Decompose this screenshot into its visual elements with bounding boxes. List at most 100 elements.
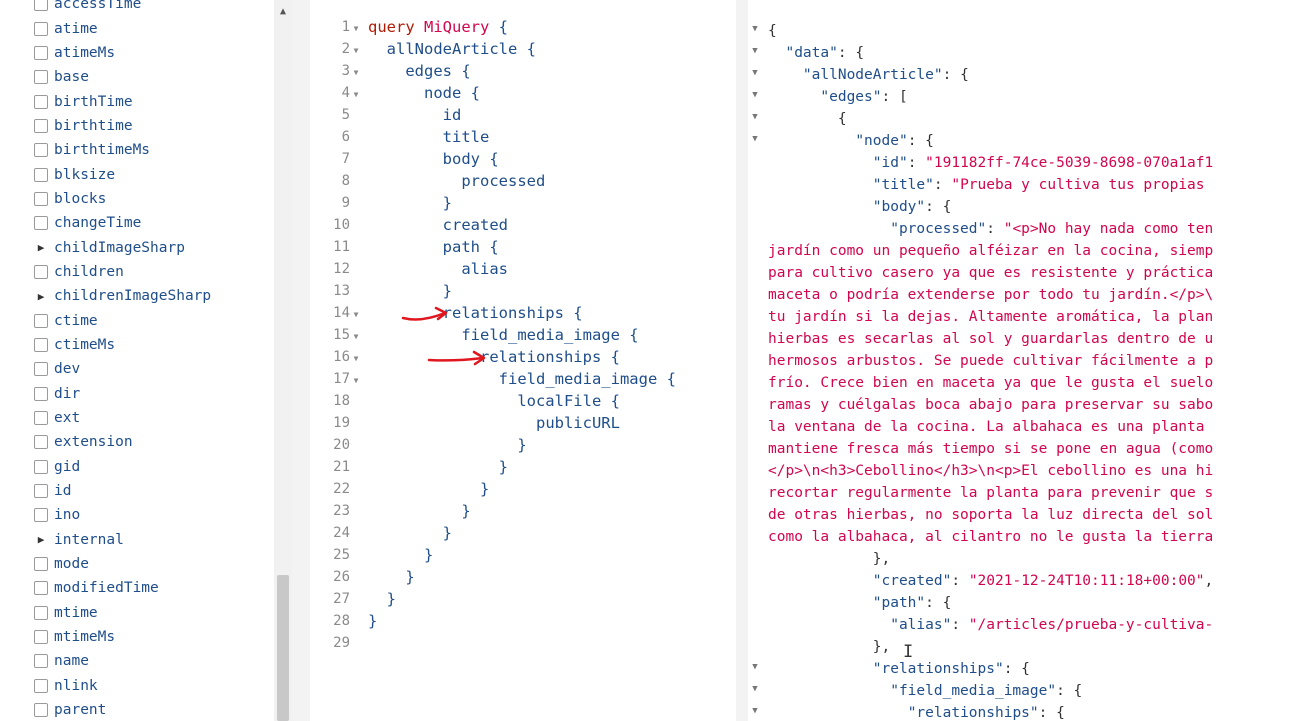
fold-caret-icon[interactable]: ▼ <box>748 112 762 122</box>
checkbox-icon[interactable] <box>34 21 48 36</box>
explorer-field[interactable]: dir <box>34 382 274 406</box>
triangle-right-icon[interactable]: ▶ <box>34 241 48 254</box>
explorer-field[interactable]: name <box>34 649 274 673</box>
explorer-field[interactable]: ino <box>34 503 274 527</box>
fold-caret-icon[interactable]: ▼ <box>748 24 762 34</box>
code-line[interactable]: } <box>368 544 676 566</box>
explorer-field[interactable]: gid <box>34 455 274 479</box>
fold-caret-icon[interactable]: ▼ <box>748 706 762 716</box>
fold-caret-icon[interactable]: ▼ <box>350 84 362 106</box>
explorer-field[interactable]: mode <box>34 552 274 576</box>
code-line[interactable]: edges { <box>368 60 676 82</box>
fold-caret-icon[interactable]: ▼ <box>350 370 362 392</box>
explorer-field[interactable]: base <box>34 65 274 89</box>
checkbox-icon[interactable] <box>34 435 48 450</box>
checkbox-icon[interactable] <box>34 459 48 474</box>
explorer-field[interactable]: birthtime <box>34 114 274 138</box>
checkbox-icon[interactable] <box>34 337 48 352</box>
triangle-right-icon[interactable]: ▶ <box>34 533 48 546</box>
checkbox-icon[interactable] <box>34 94 48 109</box>
code-line[interactable]: title <box>368 126 676 148</box>
code-line[interactable]: } <box>368 588 676 610</box>
checkbox-icon[interactable] <box>34 557 48 572</box>
checkbox-icon[interactable] <box>34 167 48 182</box>
code-line[interactable]: body { <box>368 148 676 170</box>
explorer-field[interactable]: children <box>34 260 274 284</box>
checkbox-icon[interactable] <box>34 0 48 12</box>
explorer-field[interactable]: dev <box>34 357 274 381</box>
explorer-field[interactable]: changeTime <box>34 211 274 235</box>
fold-caret-icon[interactable]: ▼ <box>748 684 762 694</box>
code-line[interactable]: created <box>368 214 676 236</box>
code-line[interactable] <box>368 632 676 654</box>
explorer-field[interactable]: ▶ internal <box>34 528 274 552</box>
explorer-field[interactable]: ▶ childrenImageSharp <box>34 284 274 308</box>
checkbox-icon[interactable] <box>34 654 48 669</box>
checkbox-icon[interactable] <box>34 605 48 620</box>
code-line[interactable]: processed <box>368 170 676 192</box>
checkbox-icon[interactable] <box>34 191 48 206</box>
code-line[interactable]: publicURL <box>368 412 676 434</box>
checkbox-icon[interactable] <box>34 703 48 718</box>
fold-caret-icon[interactable]: ▼ <box>748 68 762 78</box>
checkbox-icon[interactable] <box>34 264 48 279</box>
code-line[interactable]: } <box>368 478 676 500</box>
explorer-field[interactable]: mtime <box>34 601 274 625</box>
explorer-field[interactable]: blksize <box>34 162 274 186</box>
code-line[interactable]: } <box>368 456 676 478</box>
checkbox-icon[interactable] <box>34 70 48 85</box>
checkbox-icon[interactable] <box>34 143 48 158</box>
code-line[interactable]: node { <box>368 82 676 104</box>
explorer-field[interactable]: atime <box>34 16 274 40</box>
explorer-field[interactable]: modifiedTime <box>34 576 274 600</box>
code-line[interactable]: relationships { <box>368 346 676 368</box>
explorer-field[interactable]: ▶ childImageSharp <box>34 235 274 259</box>
explorer-field[interactable]: birthtimeMs <box>34 138 274 162</box>
code-line[interactable]: } <box>368 500 676 522</box>
explorer-scrollbar[interactable]: ▲ <box>274 0 292 721</box>
checkbox-icon[interactable] <box>34 45 48 60</box>
scroll-thumb[interactable] <box>277 575 289 721</box>
code-line[interactable]: } <box>368 610 676 632</box>
code-line[interactable]: allNodeArticle { <box>368 38 676 60</box>
explorer-field[interactable]: nlink <box>34 674 274 698</box>
query-editor[interactable]: 1 ▼ 2 ▼ 3 ▼ 4 ▼ 5 6 7 8 9 10 11 12 13 14 ▼ 15 ▼ 16 ▼ 17 ▼ 18 19 20 2… <box>310 0 736 721</box>
code-line[interactable]: field_media_image { <box>368 324 676 346</box>
explorer-field[interactable]: ctime <box>34 308 274 332</box>
explorer-field[interactable]: ext <box>34 406 274 430</box>
code-line[interactable]: } <box>368 280 676 302</box>
panel-divider[interactable] <box>292 0 310 721</box>
explorer-field[interactable]: atimeMs <box>34 41 274 65</box>
checkbox-icon[interactable] <box>34 630 48 645</box>
checkbox-icon[interactable] <box>34 216 48 231</box>
fold-caret-icon[interactable]: ▼ <box>350 18 362 40</box>
checkbox-icon[interactable] <box>34 581 48 596</box>
fold-caret-icon[interactable]: ▼ <box>350 62 362 84</box>
code-line[interactable]: id <box>368 104 676 126</box>
explorer-field[interactable]: id <box>34 479 274 503</box>
checkbox-icon[interactable] <box>34 313 48 328</box>
code-line[interactable]: field_media_image { <box>368 368 676 390</box>
checkbox-icon[interactable] <box>34 508 48 523</box>
checkbox-icon[interactable] <box>34 678 48 693</box>
code-line[interactable]: alias <box>368 258 676 280</box>
fold-caret-icon[interactable]: ▼ <box>748 134 762 144</box>
triangle-right-icon[interactable]: ▶ <box>34 290 48 303</box>
panel-divider[interactable] <box>736 0 748 721</box>
scroll-up-arrow-icon[interactable]: ▲ <box>274 6 292 17</box>
fold-caret-icon[interactable]: ▼ <box>350 348 362 370</box>
explorer-field[interactable]: accessTime <box>34 0 274 16</box>
explorer-field[interactable]: ctimeMs <box>34 333 274 357</box>
fold-caret-icon[interactable]: ▼ <box>748 662 762 672</box>
explorer-field[interactable]: mtimeMs <box>34 625 274 649</box>
code-line[interactable]: } <box>368 192 676 214</box>
explorer-field[interactable]: birthTime <box>34 89 274 113</box>
checkbox-icon[interactable] <box>34 386 48 401</box>
checkbox-icon[interactable] <box>34 484 48 499</box>
checkbox-icon[interactable] <box>34 411 48 426</box>
explorer-field[interactable]: parent <box>34 698 274 721</box>
code-line[interactable]: localFile { <box>368 390 676 412</box>
query-code[interactable]: query MiQuery { allNodeArticle { edges {… <box>368 16 676 654</box>
explorer-field[interactable]: extension <box>34 430 274 454</box>
code-line[interactable]: } <box>368 566 676 588</box>
